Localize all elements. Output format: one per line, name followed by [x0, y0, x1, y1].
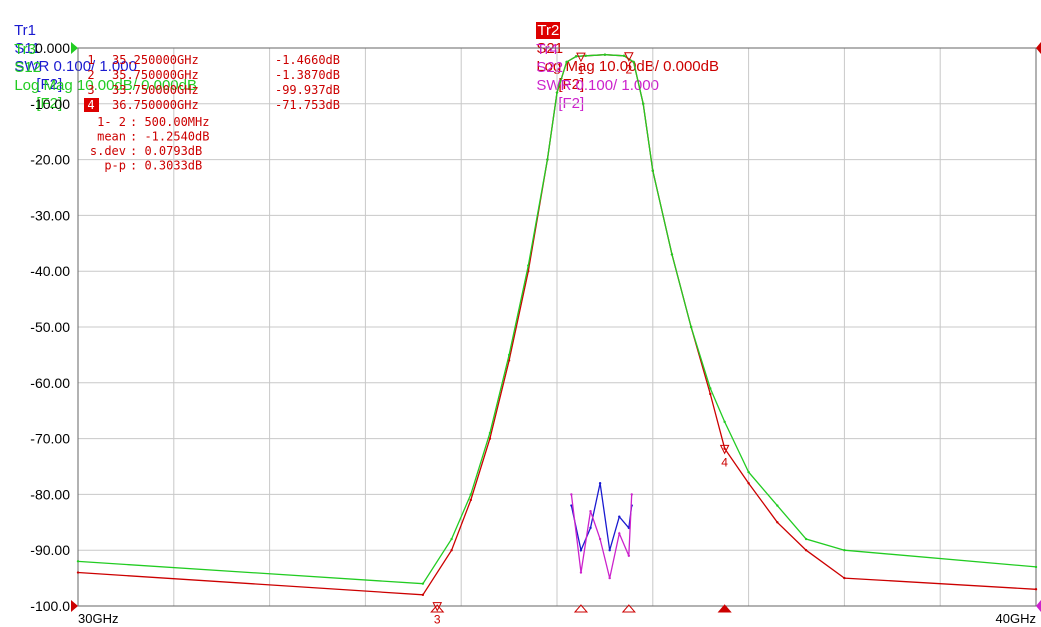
series-point [546, 158, 549, 161]
series-line-4 [570, 494, 633, 579]
marker-row-frequency: 33.750000GHz [112, 83, 199, 97]
series-point [843, 576, 846, 580]
x-start-label: 30GHz [78, 611, 118, 626]
series-point [776, 521, 779, 524]
series-point [630, 493, 633, 496]
marker-1-icon [576, 52, 586, 63]
series-point [709, 387, 712, 390]
series-point [421, 593, 425, 597]
series-point [76, 560, 80, 563]
series-point [555, 91, 559, 94]
series-point [598, 482, 602, 485]
series-point [670, 253, 674, 256]
series-point [579, 549, 583, 552]
marker-1-label: 1 [578, 63, 585, 77]
series-point [507, 353, 511, 357]
marker-row-number: 3 [87, 83, 94, 97]
series-point [603, 53, 607, 56]
x-stop-label: 40GHz [996, 611, 1036, 626]
series-point [651, 169, 654, 172]
marker-stat-key: 1- 2 [97, 115, 126, 129]
reference-triangle-right-bottom [1036, 600, 1041, 612]
y-tick-label: -90.00 [30, 542, 70, 558]
series-point [608, 549, 611, 552]
series-point [723, 447, 726, 450]
marker-table: 1 35.250000GHz -1.4660dB 2 35.750000GHz -1.38… [84, 53, 340, 173]
y-tick-label: -70.00 [30, 431, 70, 447]
marker-stat-key: mean [97, 130, 126, 144]
series-point [622, 54, 626, 58]
reference-triangle-left-bottom [71, 600, 78, 612]
series-point [589, 526, 592, 530]
series-point [584, 54, 587, 58]
marker-row-frequency: 36.750000GHz [112, 98, 199, 112]
marker-stat-value: : -1.2540dB [130, 130, 209, 144]
reference-triangle-left [71, 42, 78, 54]
marker-stat-key: s.dev [90, 144, 126, 158]
marker-row-value: -1.4660dB [275, 53, 340, 67]
marker-2-label: 2 [626, 63, 633, 77]
chart-area[interactable]: 0.000 -10.00 -20.00 -30.00 -40.00 -50.00 -60.0… [0, 0, 1041, 627]
series-point [488, 431, 492, 435]
series-point [747, 482, 750, 485]
marker-row-number: 2 [87, 68, 94, 82]
series-point [1034, 565, 1038, 569]
marker-row-number: 4 [87, 98, 94, 112]
y-tick-label: -60.00 [30, 375, 70, 391]
series-point [579, 571, 583, 574]
series-point [565, 60, 568, 64]
series-point [574, 55, 578, 58]
y-tick-label: -20.00 [30, 152, 70, 168]
series-point [804, 537, 808, 541]
marker-row-frequency: 35.750000GHz [112, 68, 199, 82]
series-point [469, 493, 472, 496]
series-point [527, 264, 530, 267]
series-point [642, 102, 645, 106]
series-point [450, 537, 453, 541]
y-tick-label: -40.00 [30, 263, 70, 279]
marker-stat-value: : 500.00MHz [130, 115, 209, 129]
series-point [776, 504, 779, 507]
series-point [618, 515, 621, 518]
marker-row-value: -99.937dB [275, 83, 340, 97]
marker-row-number: 1 [87, 53, 94, 67]
marker-stat-value: : 0.3033dB [130, 159, 202, 173]
series-point [76, 571, 80, 574]
series-point [608, 576, 611, 580]
series-point [469, 498, 472, 502]
reference-triangle-right [1036, 42, 1041, 54]
y-tick-label: -10.00 [30, 96, 70, 112]
marker-row-value: -71.753dB [275, 98, 340, 112]
series-point [843, 549, 846, 552]
series-point [709, 392, 712, 396]
series-point [723, 420, 726, 424]
y-tick-label: 0.000 [35, 40, 70, 56]
series-point [570, 493, 573, 496]
marker-row-frequency: 35.250000GHz [112, 53, 199, 67]
y-tick-label: -50.00 [30, 319, 70, 335]
series-point [450, 549, 453, 552]
y-tick-label: -100.0 [30, 598, 70, 614]
y-tick-label: -80.00 [30, 486, 70, 502]
series-point [589, 509, 592, 513]
series-point [598, 537, 602, 541]
series-point [747, 470, 750, 474]
marker-3-label: 3 [434, 613, 441, 627]
marker-3-icon [432, 602, 443, 612]
series-point [689, 325, 693, 329]
series-point [627, 554, 631, 557]
marker-row-value: -1.3870dB [275, 68, 340, 82]
series-point [804, 549, 808, 552]
marker-4-label: 4 [721, 455, 728, 469]
series-point [618, 532, 621, 535]
series-point [421, 582, 425, 585]
marker-stat-value: : 0.0793dB [130, 144, 202, 158]
y-tick-label: -30.00 [30, 207, 70, 223]
series-point [1034, 588, 1038, 591]
marker-stat-key: p-p [104, 159, 126, 173]
series-point [632, 60, 635, 64]
